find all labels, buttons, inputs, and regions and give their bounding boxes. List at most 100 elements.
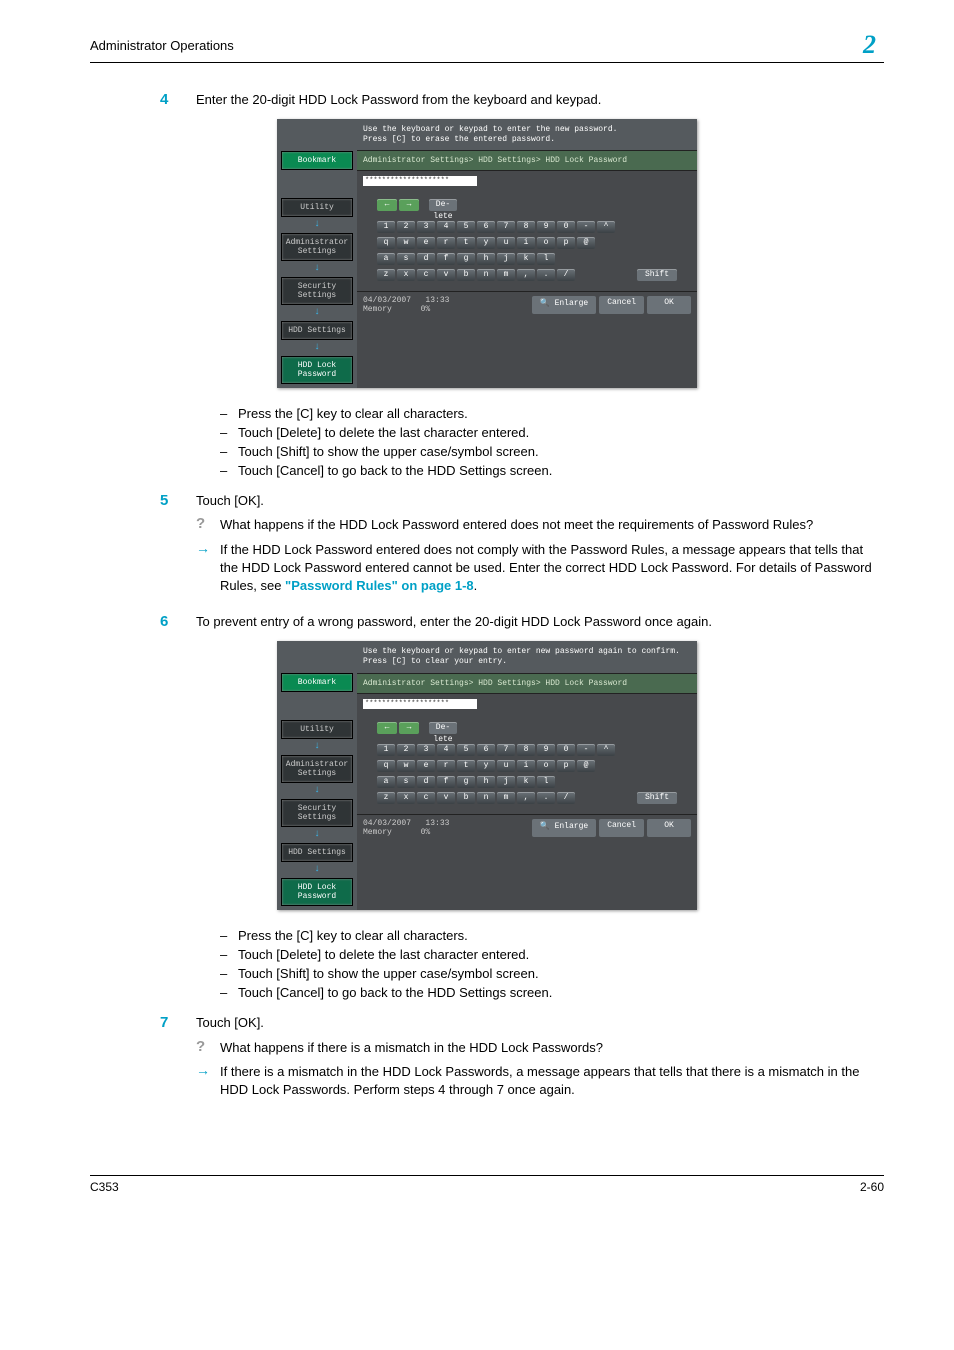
key-.[interactable]: . (537, 269, 555, 281)
nav-lock[interactable]: HDD Lock Password (281, 878, 353, 906)
key-l[interactable]: l (537, 253, 555, 265)
key-k[interactable]: k (517, 776, 535, 788)
key-o[interactable]: o (537, 237, 555, 249)
shift-key[interactable]: Shift (637, 269, 677, 281)
key-a[interactable]: a (377, 253, 395, 265)
key-n[interactable]: n (477, 269, 495, 281)
nav-bookmark[interactable]: Bookmark (281, 673, 353, 692)
key--[interactable]: - (577, 744, 595, 756)
key-n[interactable]: n (477, 792, 495, 804)
key-m[interactable]: m (497, 792, 515, 804)
key-f[interactable]: f (437, 776, 455, 788)
key-8[interactable]: 8 (517, 744, 535, 756)
cancel-button[interactable]: Cancel (599, 819, 644, 837)
key-2[interactable]: 2 (397, 221, 415, 233)
key-f[interactable]: f (437, 253, 455, 265)
key-.[interactable]: . (537, 792, 555, 804)
key-w[interactable]: w (397, 760, 415, 772)
cancel-button[interactable]: Cancel (599, 296, 644, 314)
key-j[interactable]: j (497, 253, 515, 265)
key-9[interactable]: 9 (537, 221, 555, 233)
delete-key[interactable]: De-lete (429, 722, 457, 734)
key-e[interactable]: e (417, 237, 435, 249)
key-p[interactable]: p (557, 760, 575, 772)
key-1[interactable]: 1 (377, 221, 395, 233)
arrow-left-key[interactable]: ← (377, 722, 397, 734)
key-y[interactable]: y (477, 760, 495, 772)
key-7[interactable]: 7 (497, 744, 515, 756)
ok-button[interactable]: OK (647, 296, 691, 314)
key-4[interactable]: 4 (437, 744, 455, 756)
key-r[interactable]: r (437, 760, 455, 772)
key-s[interactable]: s (397, 776, 415, 788)
key-4[interactable]: 4 (437, 221, 455, 233)
key-1[interactable]: 1 (377, 744, 395, 756)
nav-admin[interactable]: Administrator Settings (281, 233, 353, 261)
nav-bookmark[interactable]: Bookmark (281, 151, 353, 170)
key-b[interactable]: b (457, 269, 475, 281)
key-h[interactable]: h (477, 776, 495, 788)
key-@[interactable]: @ (577, 237, 595, 249)
key-d[interactable]: d (417, 776, 435, 788)
key-c[interactable]: c (417, 269, 435, 281)
key-i[interactable]: i (517, 237, 535, 249)
key-w[interactable]: w (397, 237, 415, 249)
password-input[interactable]: ******************** (363, 699, 477, 709)
key-u[interactable]: u (497, 237, 515, 249)
key-u[interactable]: u (497, 760, 515, 772)
link-password-rules[interactable]: "Password Rules" on page 1-8 (285, 578, 474, 593)
key-s[interactable]: s (397, 253, 415, 265)
arrow-left-key[interactable]: ← (377, 199, 397, 211)
key-o[interactable]: o (537, 760, 555, 772)
key-r[interactable]: r (437, 237, 455, 249)
arrow-right-key[interactable]: → (399, 722, 419, 734)
key-,[interactable]: , (517, 792, 535, 804)
key-b[interactable]: b (457, 792, 475, 804)
key-d[interactable]: d (417, 253, 435, 265)
key-y[interactable]: y (477, 237, 495, 249)
key-c[interactable]: c (417, 792, 435, 804)
key-q[interactable]: q (377, 760, 395, 772)
key-v[interactable]: v (437, 269, 455, 281)
key-t[interactable]: t (457, 237, 475, 249)
key-^[interactable]: ^ (597, 221, 615, 233)
key-@[interactable]: @ (577, 760, 595, 772)
arrow-right-key[interactable]: → (399, 199, 419, 211)
key-3[interactable]: 3 (417, 221, 435, 233)
key-0[interactable]: 0 (557, 744, 575, 756)
nav-security[interactable]: Security Settings (281, 277, 353, 305)
key-x[interactable]: x (397, 269, 415, 281)
key-z[interactable]: z (377, 792, 395, 804)
key--[interactable]: - (577, 221, 595, 233)
key-2[interactable]: 2 (397, 744, 415, 756)
key-5[interactable]: 5 (457, 221, 475, 233)
key-t[interactable]: t (457, 760, 475, 772)
key-5[interactable]: 5 (457, 744, 475, 756)
key-8[interactable]: 8 (517, 221, 535, 233)
key-7[interactable]: 7 (497, 221, 515, 233)
key-/[interactable]: / (557, 792, 575, 804)
key-j[interactable]: j (497, 776, 515, 788)
key-6[interactable]: 6 (477, 221, 495, 233)
key-i[interactable]: i (517, 760, 535, 772)
shift-key[interactable]: Shift (637, 792, 677, 804)
key-g[interactable]: g (457, 776, 475, 788)
nav-security[interactable]: Security Settings (281, 799, 353, 827)
key-k[interactable]: k (517, 253, 535, 265)
key-x[interactable]: x (397, 792, 415, 804)
nav-utility[interactable]: Utility (281, 198, 353, 217)
password-input[interactable]: ******************** (363, 176, 477, 186)
key-3[interactable]: 3 (417, 744, 435, 756)
enlarge-button[interactable]: 🔍 Enlarge (532, 296, 596, 314)
key-a[interactable]: a (377, 776, 395, 788)
key-g[interactable]: g (457, 253, 475, 265)
key-p[interactable]: p (557, 237, 575, 249)
key-/[interactable]: / (557, 269, 575, 281)
ok-button[interactable]: OK (647, 819, 691, 837)
nav-utility[interactable]: Utility (281, 720, 353, 739)
key-9[interactable]: 9 (537, 744, 555, 756)
enlarge-button[interactable]: 🔍 Enlarge (532, 819, 596, 837)
key-e[interactable]: e (417, 760, 435, 772)
key-v[interactable]: v (437, 792, 455, 804)
delete-key[interactable]: De-lete (429, 199, 457, 211)
